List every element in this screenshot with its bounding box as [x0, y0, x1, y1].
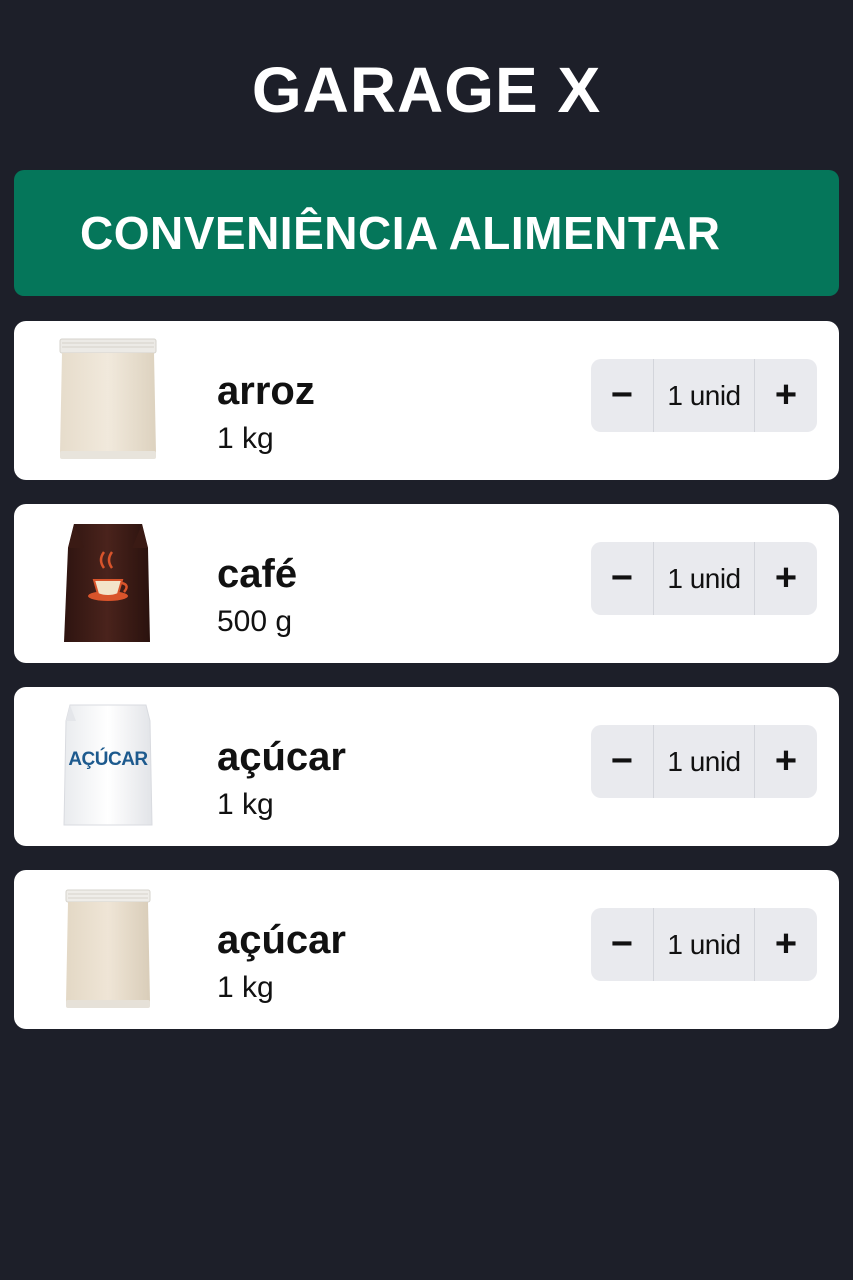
sugar-bag-icon: AÇÚCAR [56, 701, 160, 831]
quantity-stepper: − 1 unid + [591, 542, 817, 615]
quantity-stepper: − 1 unid + [591, 725, 817, 798]
quantity-value: 1 unid [653, 542, 755, 615]
product-name: açúcar [217, 735, 346, 779]
quantity-stepper: − 1 unid + [591, 908, 817, 981]
decrement-button[interactable]: − [591, 542, 653, 615]
product-size: 1 kg [217, 788, 274, 821]
product-size: 500 g [217, 605, 293, 638]
product-card-acucar-2[interactable]: açúcar 1 kg − 1 unid + [14, 870, 839, 1029]
product-card-acucar[interactable]: AÇÚCAR açúcar 1 kg − 1 unid + [14, 687, 839, 846]
product-name: café [217, 552, 298, 596]
increment-button[interactable]: + [755, 908, 817, 981]
grain-bag-icon [56, 884, 160, 1014]
category-banner[interactable]: CONVENIÊNCIA ALIMENTAR [14, 170, 839, 296]
product-card-arroz[interactable]: arroz 1 kg − 1 unid + [14, 321, 839, 480]
product-name: açúcar [217, 918, 346, 962]
package-label: AÇÚCAR [68, 748, 148, 770]
decrement-button[interactable]: − [591, 908, 653, 981]
product-size: 1 kg [217, 422, 274, 455]
quantity-value: 1 unid [653, 908, 755, 981]
quantity-stepper: − 1 unid + [591, 359, 817, 432]
product-card-cafe[interactable]: café 500 g − 1 unid + [14, 504, 839, 663]
increment-button[interactable]: + [755, 359, 817, 432]
product-size: 1 kg [217, 971, 274, 1004]
decrement-button[interactable]: − [591, 725, 653, 798]
product-list: arroz 1 kg − 1 unid + café 500 g − 1 uni… [14, 321, 839, 1053]
category-label: CONVENIÊNCIA ALIMENTAR [80, 207, 721, 259]
increment-button[interactable]: + [755, 725, 817, 798]
quantity-value: 1 unid [653, 725, 755, 798]
product-name: arroz [217, 369, 315, 413]
coffee-bag-icon [56, 518, 160, 648]
rice-bag-icon [56, 335, 160, 465]
increment-button[interactable]: + [755, 542, 817, 615]
decrement-button[interactable]: − [591, 359, 653, 432]
app-title: GARAGE X [251, 54, 602, 126]
quantity-value: 1 unid [653, 359, 755, 432]
